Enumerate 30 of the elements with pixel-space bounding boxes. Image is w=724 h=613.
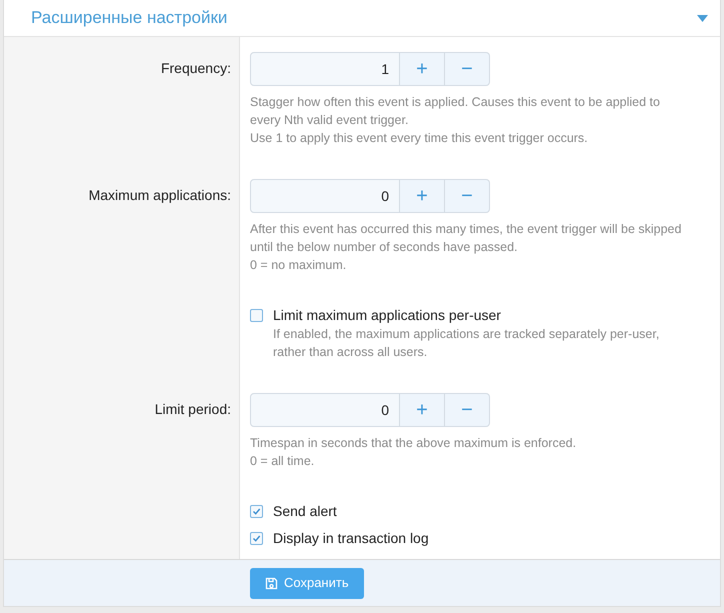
increment-button[interactable]: + (400, 393, 445, 427)
decrement-button[interactable]: − (445, 393, 490, 427)
checkbox-label[interactable]: Send alert (273, 502, 337, 520)
field-label: Maximum applications: (88, 186, 231, 205)
hint-text: 0 = all time. (250, 453, 316, 470)
check-icon (252, 506, 261, 516)
panel-title: Расширенные настройки (31, 7, 228, 30)
decrement-button[interactable]: − (445, 179, 490, 213)
check-icon (252, 534, 261, 542)
checkbox[interactable] (250, 308, 263, 322)
field-label: Limit period: (154, 400, 231, 419)
checkbox-label[interactable]: Limit maximum applications per-user (273, 306, 501, 324)
checkbox-label[interactable]: Display in transaction log (273, 529, 429, 547)
save-button[interactable]: Сохранить (250, 568, 364, 598)
checkbox[interactable] (250, 532, 263, 544)
field-label: Frequency: (160, 59, 231, 78)
hint-text: Timespan in seconds that the above maximum is enforced. (250, 435, 578, 452)
increment-button[interactable]: + (400, 179, 445, 213)
save-icon (265, 576, 278, 590)
hint-text: Use 1 to apply this event every time this event trigger occurs. (250, 130, 589, 147)
decrement-button[interactable]: − (445, 52, 490, 86)
hint-text: 0 = no maximum. (250, 257, 348, 274)
number-input[interactable]: 1 (250, 52, 400, 86)
checkbox[interactable] (250, 504, 263, 518)
number-input[interactable]: 0 (250, 179, 400, 213)
hint-text: Stagger how often this event is applied. Causes this event to be applied to every Nth valid event trigger. (250, 94, 661, 129)
increment-button[interactable]: + (400, 52, 445, 86)
hint-text: After this event has occurred this many times, the event trigger will be skipped until the below number of seconds have passed. (250, 221, 682, 256)
number-input[interactable]: 0 (250, 393, 400, 427)
hint-text: If enabled, the maximum applications are tracked separately per-user, rather than across all users. (273, 326, 660, 361)
